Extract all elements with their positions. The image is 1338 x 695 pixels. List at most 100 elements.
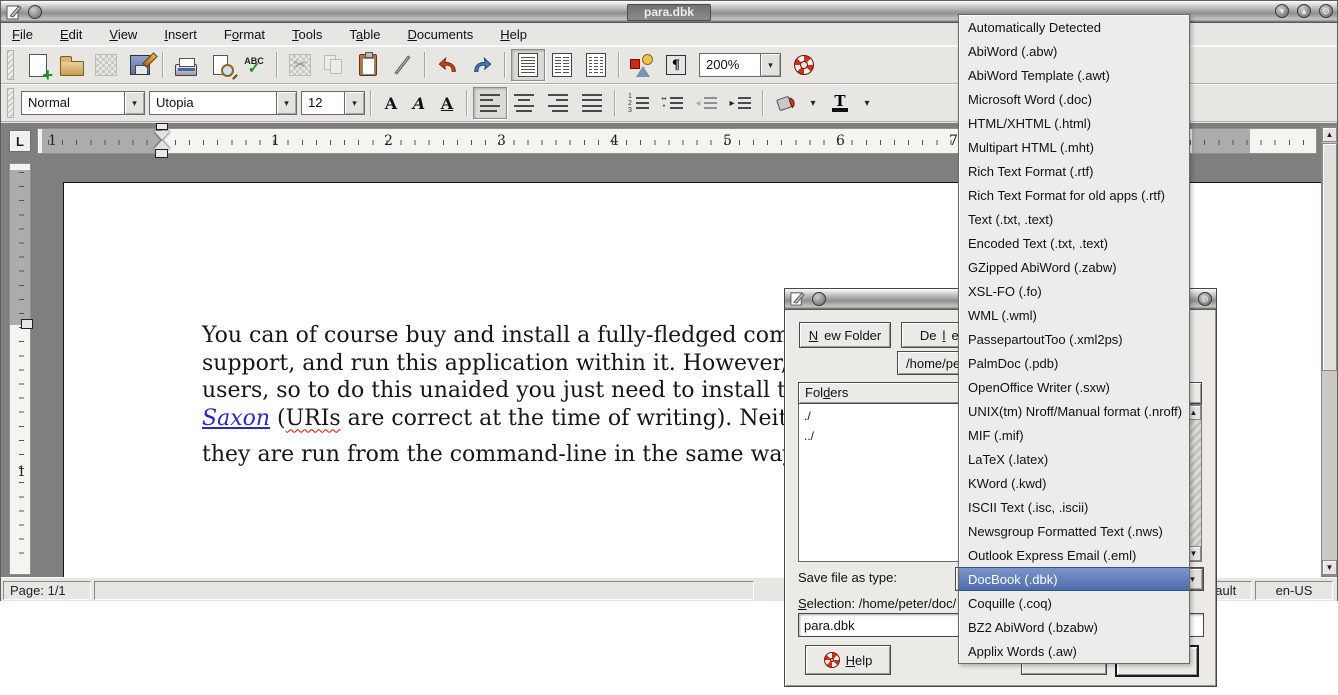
italic-button[interactable]: A bbox=[405, 87, 433, 119]
window-menu-button[interactable] bbox=[812, 292, 826, 306]
menu-format[interactable]: Format bbox=[224, 27, 265, 42]
menu-tools[interactable]: Tools bbox=[292, 27, 322, 42]
new-folder-button[interactable]: New Folder bbox=[799, 322, 891, 348]
window-menu-button[interactable] bbox=[28, 5, 42, 19]
format-option[interactable]: AbiWord (.abw) bbox=[959, 39, 1189, 63]
format-option[interactable]: UNIX(tm) Nroff/Manual format (.nroff) bbox=[959, 399, 1189, 423]
format-option[interactable]: HTML/XHTML (.html) bbox=[959, 111, 1189, 135]
format-option[interactable]: Rich Text Format for old apps (.rtf) bbox=[959, 183, 1189, 207]
format-option[interactable]: PalmDoc (.pdb) bbox=[959, 351, 1189, 375]
insert-graphic-button[interactable] bbox=[625, 49, 659, 81]
save-as-button[interactable] bbox=[123, 49, 157, 81]
format-option[interactable]: KWord (.kwd) bbox=[959, 471, 1189, 495]
scrollbar-thumb[interactable] bbox=[1322, 143, 1337, 371]
vertical-scrollbar[interactable]: ▲ ▼ bbox=[1321, 126, 1337, 576]
help-button[interactable] bbox=[787, 49, 821, 81]
menu-documents[interactable]: Documents bbox=[408, 27, 474, 42]
vertical-ruler[interactable]: 1 bbox=[9, 163, 31, 575]
highlight-color-dropdown[interactable]: ▾ bbox=[803, 87, 823, 119]
format-option[interactable]: GZipped AbiWord (.zabw) bbox=[959, 255, 1189, 279]
minimize-icon[interactable]: ▾ bbox=[1275, 4, 1289, 18]
left-indent-marker[interactable] bbox=[155, 149, 168, 158]
menu-view[interactable]: View bbox=[109, 27, 137, 42]
redo-button[interactable] bbox=[465, 49, 499, 81]
bulleted-list-button[interactable]: ••• bbox=[655, 87, 689, 119]
style-value[interactable]: Normal bbox=[21, 91, 125, 115]
menu-file[interactable]: File bbox=[12, 27, 33, 42]
numbered-list-button[interactable]: 123 bbox=[621, 87, 655, 119]
font-size-value[interactable]: 12 bbox=[301, 91, 345, 115]
format-option[interactable]: Automatically Detected bbox=[959, 15, 1189, 39]
format-option[interactable]: Text (.txt, .text) bbox=[959, 207, 1189, 231]
format-option[interactable]: Outlook Express Email (.eml) bbox=[959, 543, 1189, 567]
font-value[interactable]: Utopia bbox=[149, 91, 277, 115]
toolbar-separator bbox=[762, 90, 764, 116]
view-two-columns-button[interactable] bbox=[545, 49, 579, 81]
format-option[interactable]: WML (.wml) bbox=[959, 303, 1189, 327]
align-justify-button[interactable] bbox=[575, 87, 609, 119]
spellcheck-button[interactable]: ABC✓ bbox=[237, 49, 271, 81]
align-left-button[interactable] bbox=[473, 87, 507, 119]
format-option[interactable]: Encoded Text (.txt, .text) bbox=[959, 231, 1189, 255]
indent-marker-bottom-icon[interactable] bbox=[154, 140, 170, 149]
zoom-value[interactable]: 200% bbox=[699, 53, 761, 77]
menu-help[interactable]: Help bbox=[500, 27, 527, 42]
increase-indent-button[interactable]: ▸ bbox=[723, 87, 757, 119]
menu-edit[interactable]: Edit bbox=[60, 27, 82, 42]
toolbar-grip[interactable] bbox=[7, 88, 14, 118]
new-document-button[interactable]: + bbox=[21, 49, 55, 81]
font-dropdown-button[interactable]: ▾ bbox=[276, 91, 297, 115]
underline-button[interactable]: A bbox=[433, 87, 461, 119]
format-option[interactable]: Coquille (.coq) bbox=[959, 591, 1189, 615]
undo-button[interactable] bbox=[431, 49, 465, 81]
close-icon[interactable]: ⊘ bbox=[1319, 4, 1333, 18]
open-button[interactable] bbox=[55, 49, 89, 81]
format-option[interactable]: DocBook (.dbk) bbox=[959, 567, 1189, 591]
stylus-button[interactable] bbox=[385, 49, 419, 81]
top-margin-marker[interactable] bbox=[21, 319, 33, 329]
indent-marker-top-icon[interactable] bbox=[154, 131, 170, 140]
view-three-columns-button[interactable] bbox=[579, 49, 613, 81]
format-option[interactable]: BZ2 AbiWord (.bzabw) bbox=[959, 615, 1189, 639]
format-option[interactable]: OpenOffice Writer (.sxw) bbox=[959, 375, 1189, 399]
tab-stop-selector[interactable]: L bbox=[9, 130, 31, 152]
text-color-button[interactable]: T bbox=[823, 87, 857, 119]
format-option[interactable]: Applix Words (.aw) bbox=[959, 639, 1189, 663]
format-option[interactable]: XSL-FO (.fo) bbox=[959, 279, 1189, 303]
align-center-button[interactable] bbox=[507, 87, 541, 119]
format-option[interactable]: Newsgroup Formatted Text (.nws) bbox=[959, 519, 1189, 543]
status-language-indicator[interactable]: en-US bbox=[1255, 581, 1333, 600]
paragraph: they are run from the command-line in th… bbox=[202, 441, 815, 469]
format-option[interactable]: Rich Text Format (.rtf) bbox=[959, 159, 1189, 183]
format-option[interactable]: AbiWord Template (.awt) bbox=[959, 63, 1189, 87]
toolbar-grip[interactable] bbox=[7, 50, 14, 80]
format-option[interactable]: Multipart HTML (.mht) bbox=[959, 135, 1189, 159]
print-button[interactable] bbox=[169, 49, 203, 81]
lifesaver-icon bbox=[824, 652, 840, 668]
format-option[interactable]: ISCII Text (.isc, .iscii) bbox=[959, 495, 1189, 519]
highlight-color-button[interactable] bbox=[769, 87, 803, 119]
format-option[interactable]: Microsoft Word (.doc) bbox=[959, 87, 1189, 111]
bold-button[interactable]: A bbox=[377, 87, 405, 119]
hyperlink-saxon[interactable]: Saxon bbox=[202, 406, 270, 431]
help-button[interactable]: Help bbox=[805, 645, 891, 675]
menu-insert[interactable]: Insert bbox=[164, 27, 197, 42]
font-size-dropdown-button[interactable]: ▾ bbox=[344, 91, 365, 115]
view-normal-button[interactable] bbox=[511, 49, 545, 81]
close-icon[interactable]: ⊘ bbox=[1198, 292, 1212, 306]
zoom-dropdown-button[interactable]: ▾ bbox=[760, 53, 781, 77]
show-formatting-marks-button[interactable]: ¶ bbox=[659, 49, 693, 81]
format-option[interactable]: LaTeX (.latex) bbox=[959, 447, 1189, 471]
menu-table[interactable]: Table bbox=[349, 27, 380, 42]
paste-button[interactable] bbox=[351, 49, 385, 81]
align-right-button[interactable] bbox=[541, 87, 575, 119]
format-option[interactable]: PassepartoutToo (.xml2ps) bbox=[959, 327, 1189, 351]
text-color-dropdown[interactable]: ▾ bbox=[857, 87, 877, 119]
scroll-up-icon[interactable]: ▲ bbox=[1322, 127, 1337, 142]
maximize-icon[interactable]: ▴ bbox=[1297, 4, 1311, 18]
scroll-down-icon[interactable]: ▼ bbox=[1322, 560, 1337, 575]
print-preview-button[interactable] bbox=[203, 49, 237, 81]
style-dropdown-button[interactable]: ▾ bbox=[124, 91, 145, 115]
first-line-indent-marker[interactable] bbox=[156, 123, 168, 130]
format-option[interactable]: MIF (.mif) bbox=[959, 423, 1189, 447]
